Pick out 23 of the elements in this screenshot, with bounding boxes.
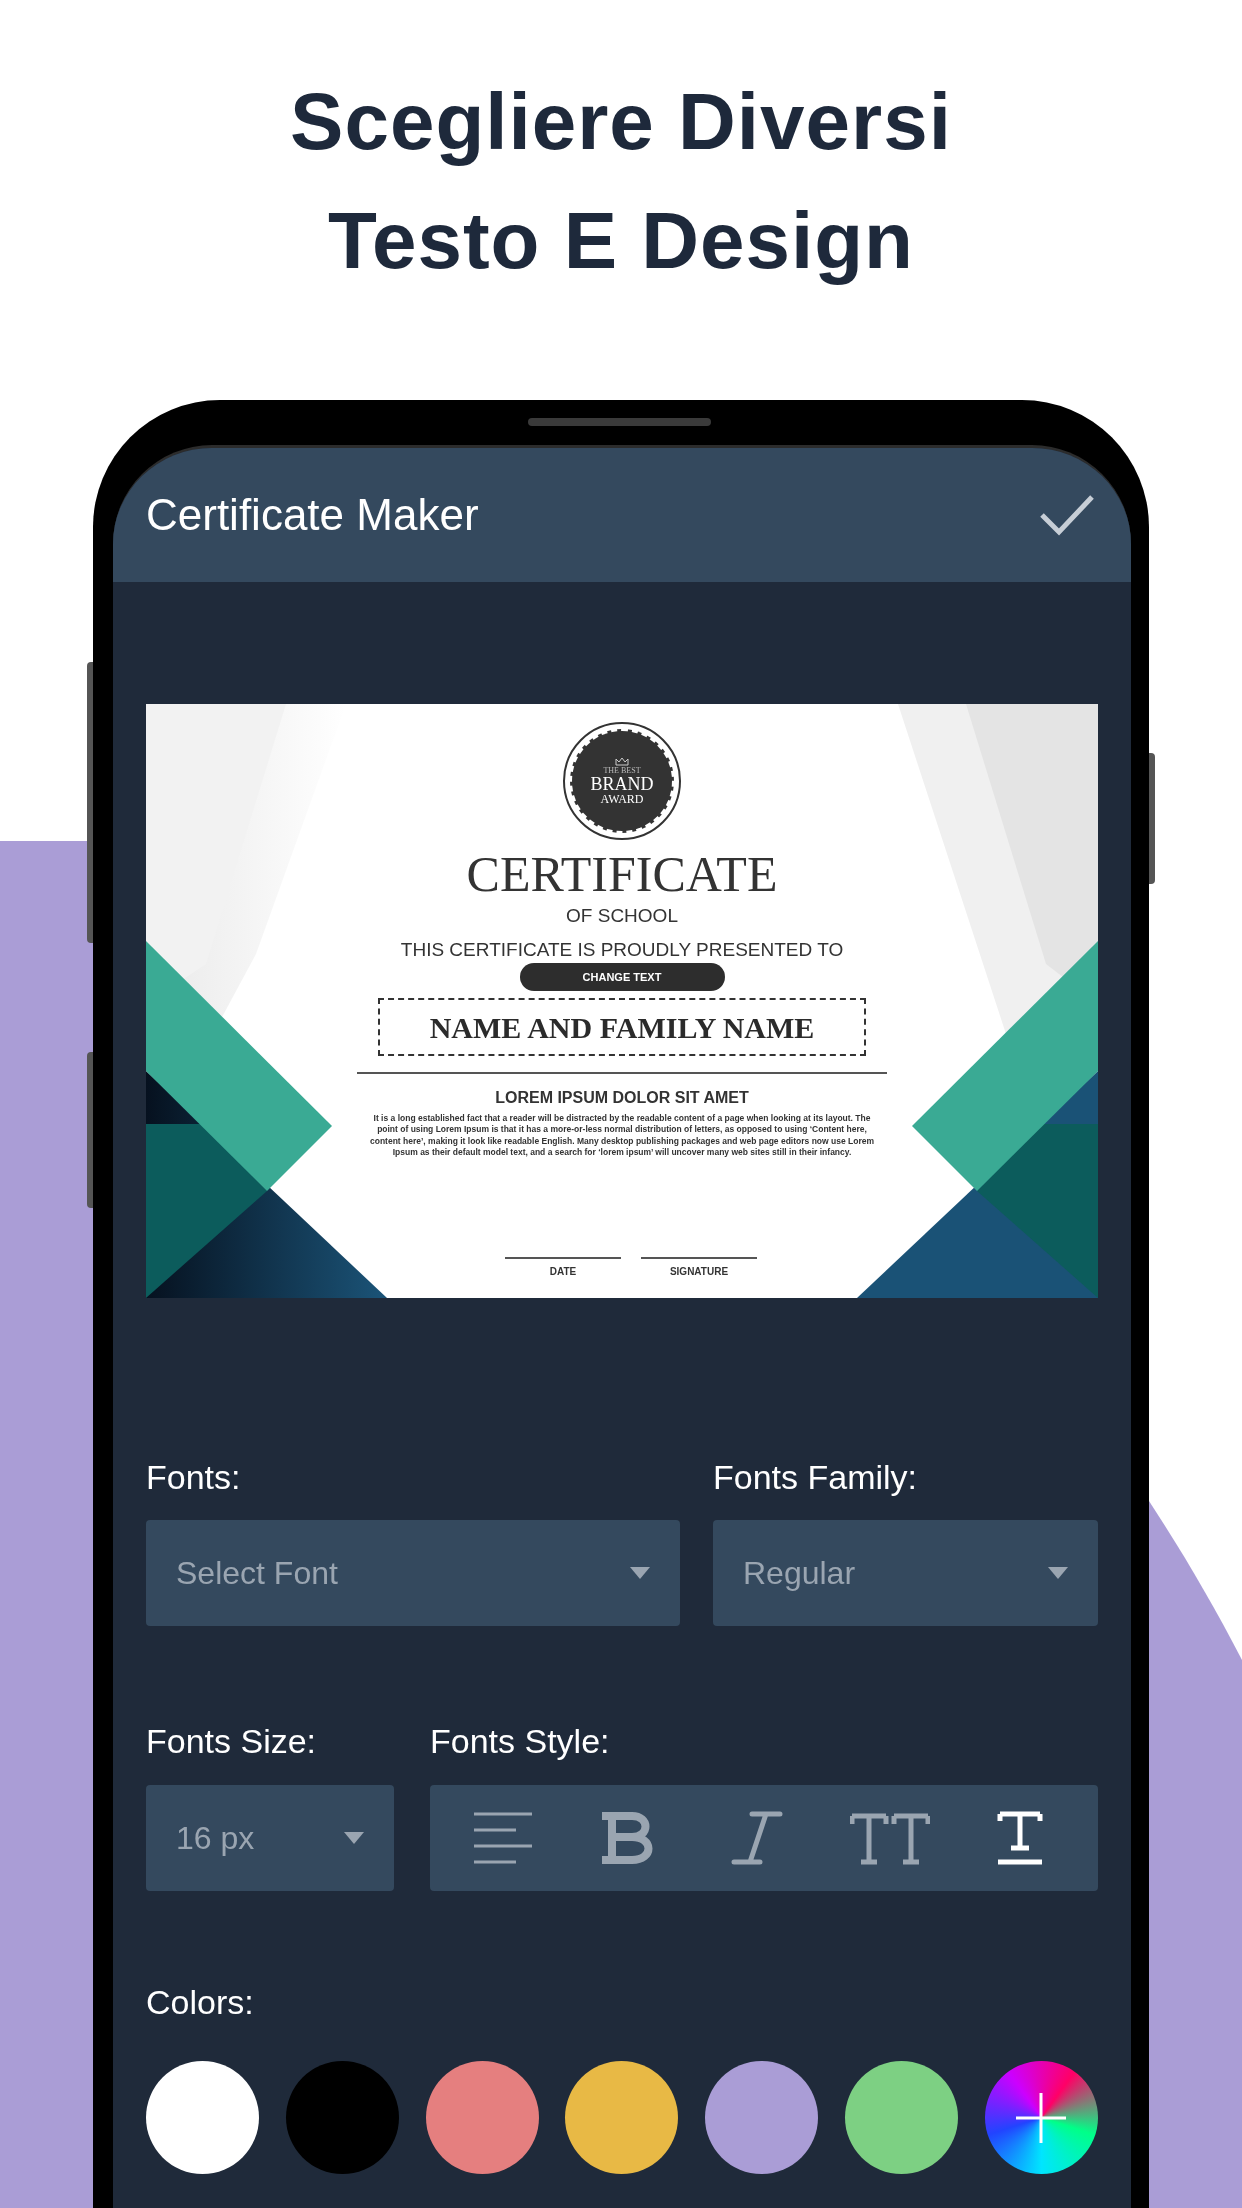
signature-line: SIGNATURE: [641, 1257, 757, 1279]
presented-text: THIS CERTIFICATE IS PROUDLY PRESENTED TO: [400, 938, 844, 962]
headline: Scegliere Diversi: [290, 76, 952, 168]
badge-text: AWARD: [600, 792, 644, 806]
colors-label: Colors:: [146, 1982, 255, 2022]
certificate-heading: LOREM IPSUM DOLOR SIT AMET: [495, 1088, 749, 1108]
fonts-style-label: Fonts Style:: [430, 1721, 611, 1761]
font-dropdown[interactable]: Select Font: [146, 1520, 680, 1626]
fonts-size-label: Fonts Size:: [146, 1721, 318, 1761]
certificate-body-text: It is a long established fact that a reader will be distracted by the readable content of a page when looking at its layout. The point of using Lorem Ipsum is that it has a more-or-less normal distribution of letters, as opposed to using ‘Content here, content here’, making it look like readable English. Many desktop publishing packages and web page editors now use Lorem Ipsum as their default model text, and a search for ‘lorem ipsum’ will uncover many web sites still in their infancy.: [369, 1113, 875, 1159]
headline: Testo E Design: [328, 195, 914, 287]
signature-line: DATE: [505, 1257, 621, 1279]
badge-text: THE BEST: [603, 765, 641, 775]
badge-text: BRAND: [590, 774, 654, 793]
name-field[interactable]: NAME AND FAMILY NAME: [378, 998, 866, 1056]
change-text-button[interactable]: CHANGE TEXT: [519, 963, 725, 991]
fonts-label: Fonts:: [146, 1457, 242, 1497]
app-title: Certificate Maker: [146, 489, 479, 541]
fonts-family-label: Fonts Family:: [713, 1457, 919, 1497]
font-family-dropdown[interactable]: Regular: [713, 1520, 1098, 1626]
certificate-title: CERTIFICATE: [466, 846, 778, 902]
font-size-dropdown[interactable]: 16 px: [146, 1785, 394, 1891]
certificate-subtitle: OF SCHOOL: [566, 904, 678, 928]
